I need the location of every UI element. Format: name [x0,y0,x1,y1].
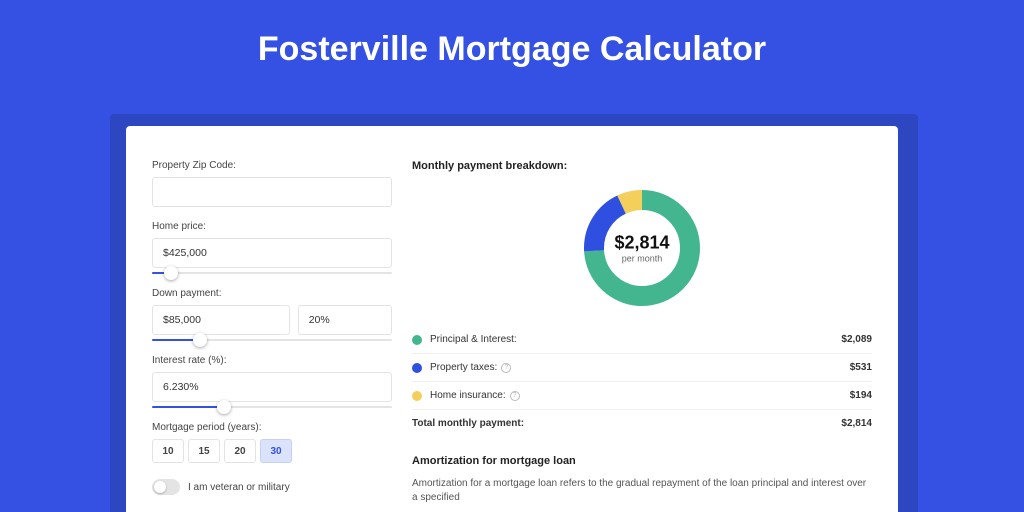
zip-input[interactable] [152,177,392,207]
legend-value: $194 [850,390,872,401]
donut-center: $2,814 per month [614,233,669,264]
down-payment-label: Down payment: [152,288,392,299]
veteran-row: I am veteran or military [152,479,392,495]
down-amount-input[interactable] [152,305,290,335]
legend-label: Principal & Interest: [430,334,841,345]
donut-sub: per month [614,254,669,264]
period-btn-20[interactable]: 20 [224,439,256,463]
period-btn-10[interactable]: 10 [152,439,184,463]
zip-field: Property Zip Code: [152,160,392,207]
legend-label: Home insurance: ? [430,390,850,401]
total-value: $2,814 [841,418,872,429]
page-title: Fosterville Mortgage Calculator [0,0,1024,69]
calculator-card: Property Zip Code: Home price: Down paym… [126,126,898,512]
legend-dot [412,335,422,345]
period-label: Mortgage period (years): [152,422,392,433]
legend-value: $2,089 [841,334,872,345]
legend-dot [412,391,422,401]
breakdown-column: Monthly payment breakdown: $2,814 per mo… [412,160,872,512]
info-icon[interactable]: ? [510,391,520,401]
veteran-toggle[interactable] [152,479,180,495]
legend-dot [412,363,422,373]
home-price-label: Home price: [152,221,392,232]
home-price-field: Home price: [152,221,392,274]
legend-row-yellow: Home insurance: ?$194 [412,382,872,410]
period-btn-30[interactable]: 30 [260,439,292,463]
period-btn-15[interactable]: 15 [188,439,220,463]
legend-label: Property taxes: ? [430,362,850,373]
down-payment-slider[interactable] [152,339,392,341]
legend-value: $531 [850,362,872,373]
home-price-input[interactable] [152,238,392,268]
down-payment-field: Down payment: [152,288,392,341]
donut-value: $2,814 [614,233,669,254]
amortization-text: Amortization for a mortgage loan refers … [412,477,872,505]
total-row: Total monthly payment: $2,814 [412,410,872,437]
legend-row-blue: Property taxes: ?$531 [412,354,872,382]
interest-rate-input[interactable] [152,372,392,402]
slider-thumb[interactable] [164,266,178,280]
legend-row-green: Principal & Interest:$2,089 [412,326,872,354]
donut-chart: $2,814 per month [412,184,872,312]
toggle-knob [154,481,166,493]
inputs-column: Property Zip Code: Home price: Down paym… [152,160,392,512]
interest-rate-label: Interest rate (%): [152,355,392,366]
breakdown-title: Monthly payment breakdown: [412,160,872,172]
slider-thumb[interactable] [217,400,231,414]
interest-rate-field: Interest rate (%): [152,355,392,408]
home-price-slider[interactable] [152,272,392,274]
zip-label: Property Zip Code: [152,160,392,171]
veteran-label: I am veteran or military [188,482,290,493]
info-icon[interactable]: ? [501,363,511,373]
period-field: Mortgage period (years): 10152030 [152,422,392,463]
amortization-title: Amortization for mortgage loan [412,455,872,467]
slider-thumb[interactable] [193,333,207,347]
down-percent-input[interactable] [298,305,392,335]
interest-rate-slider[interactable] [152,406,392,408]
total-label: Total monthly payment: [412,418,841,429]
